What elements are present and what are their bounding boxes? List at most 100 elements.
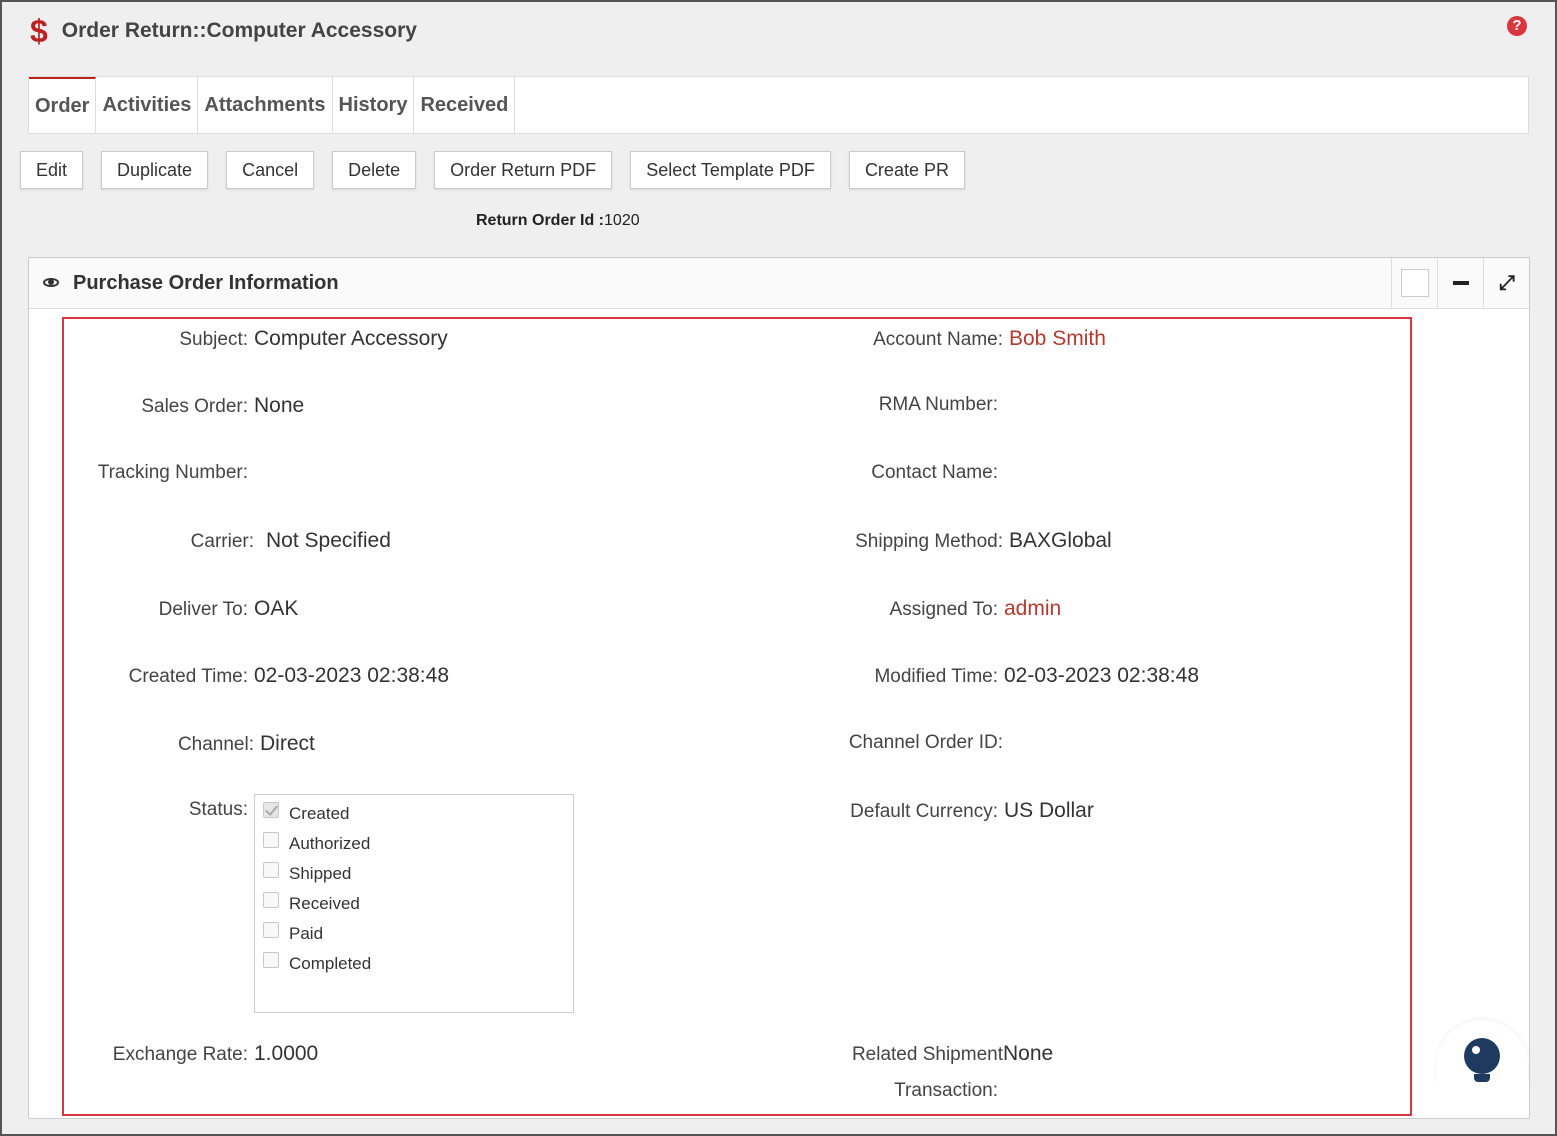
field-value: 02-03-2023 02:38:48 [1004,664,1199,687]
checkbox[interactable] [263,892,279,908]
field-label: Deliver To: [158,599,248,620]
panel-select-button[interactable] [1391,258,1438,308]
field-value: US Dollar [1004,799,1094,822]
order-return-pdf-button[interactable]: Order Return PDF [434,151,613,189]
collapse-button[interactable] [1437,258,1484,308]
field-label: Default Currency: [850,801,998,822]
field-label: Carrier: [190,531,254,552]
status-option-created[interactable]: Created [255,799,573,829]
tab-history[interactable]: History [333,77,415,133]
status-checkbox-list: Created Authorized Shipped Received Paid… [254,794,574,1013]
select-template-pdf-button[interactable]: Select Template PDF [630,151,831,189]
field-label: RMA Number: [878,394,998,415]
field-value: None [254,394,305,417]
field-exchange-rate: Exchange Rate: 1.0000 [62,1042,318,1066]
field-account-name: Account Name: Bob Smith [762,327,1106,351]
panel-title: Purchase Order Information [73,271,339,294]
field-sales-order: Sales Order: None [62,394,304,418]
status-option-label: Received [289,894,360,913]
field-value: 02-03-2023 02:38:48 [254,664,449,687]
lightbulb-icon [1464,1038,1500,1082]
field-created-time: Created Time: 02-03-2023 02:38:48 [62,664,449,688]
field-label: Shipping Method: [855,531,1003,552]
field-label: Tracking Number: [97,462,248,483]
checkbox[interactable] [263,832,279,848]
status-option-label: Completed [289,954,372,973]
field-value: OAK [254,597,299,620]
field-modified-time: Modified Time: 02-03-2023 02:38:48 [762,664,1199,688]
field-channel: Channel: Direct [62,732,315,756]
field-transaction: Transaction: [762,1080,1004,1102]
action-toolbar: Edit Duplicate Cancel Delete Order Retur… [20,151,983,189]
status-option-label: Shipped [289,864,352,883]
field-value: 1.0000 [254,1042,319,1065]
field-related-shipment: Related Shipment None [762,1042,1053,1066]
field-subject: Subject: Computer Accessory [62,327,448,351]
dollar-icon: $ [30,13,48,49]
field-label: Related Shipment [851,1044,1003,1065]
tab-bar: Order Activities Attachments History Rec… [28,76,1529,134]
status-option-shipped[interactable]: Shipped [255,859,573,889]
status-option-label: Authorized [289,834,371,853]
page-title: Order Return::Computer Accessory [61,19,417,42]
field-deliver-to: Deliver To: OAK [62,597,299,621]
field-label: Modified Time: [874,666,998,687]
field-label: Exchange Rate: [112,1044,248,1065]
field-label: Channel: [177,734,254,755]
status-option-label: Paid [289,924,324,943]
return-order-id: Return Order Id :1020 [476,212,640,230]
eye-icon[interactable] [43,277,61,289]
field-contact-name: Contact Name: [762,462,1004,484]
field-label: Created Time: [128,666,248,687]
field-status: Status: [62,799,248,821]
field-assigned-to: Assigned To: admin [762,597,1062,621]
return-order-id-value: 1020 [604,212,640,229]
return-order-id-label: Return Order Id : [476,212,605,229]
field-value: Not Specified [266,529,391,552]
tab-activities[interactable]: Activities [96,77,199,133]
field-value: None [1003,1042,1054,1065]
field-label: Subject: [179,329,248,350]
field-label: Channel Order ID: [848,732,1003,753]
checkbox[interactable] [263,802,279,818]
fullscreen-button[interactable]: ⤢ [1483,258,1530,308]
field-value: Direct [260,732,315,755]
field-shipping-method: Shipping Method: BAXGlobal [762,529,1112,553]
expand-icon: ⤢ [1499,271,1515,294]
account-name-link[interactable]: Bob Smith [1009,327,1106,351]
status-option-completed[interactable]: Completed [255,949,573,979]
status-option-received[interactable]: Received [255,889,573,919]
field-label: Sales Order: [141,396,248,417]
field-rma-number: RMA Number: [762,394,1004,416]
assigned-to-link[interactable]: admin [1004,597,1061,621]
field-channel-order-id: Channel Order ID: [762,732,1009,754]
help-icon[interactable]: ? [1507,16,1527,36]
checkbox[interactable] [263,952,279,968]
field-value: Computer Accessory [254,327,448,350]
field-default-currency: Default Currency: US Dollar [762,799,1094,823]
tab-received[interactable]: Received [414,77,516,133]
field-tracking-number: Tracking Number: [62,462,254,484]
edit-button[interactable]: Edit [20,151,84,189]
panel-header: Purchase Order Information ⤢ [29,258,1529,309]
field-label: Contact Name: [871,462,998,483]
status-option-paid[interactable]: Paid [255,919,573,949]
status-option-label: Created [289,804,350,823]
minus-icon [1453,281,1469,285]
duplicate-button[interactable]: Duplicate [101,151,209,189]
checkbox[interactable] [263,862,279,878]
field-carrier: Carrier: Not Specified [62,529,391,553]
page-header: $ Order Return::Computer Accessory [30,14,417,48]
field-value: BAXGlobal [1009,529,1112,552]
field-label: Transaction: [894,1080,998,1101]
tab-attachments[interactable]: Attachments [198,77,333,133]
tab-order[interactable]: Order [29,77,97,133]
delete-button[interactable]: Delete [332,151,417,189]
create-pr-button[interactable]: Create PR [848,151,965,189]
status-option-authorized[interactable]: Authorized [255,829,573,859]
checkbox[interactable] [263,922,279,938]
cancel-button[interactable]: Cancel [226,151,315,189]
field-label: Assigned To: [889,599,998,620]
field-label: Status: [188,799,248,820]
field-label: Account Name: [873,329,1003,350]
